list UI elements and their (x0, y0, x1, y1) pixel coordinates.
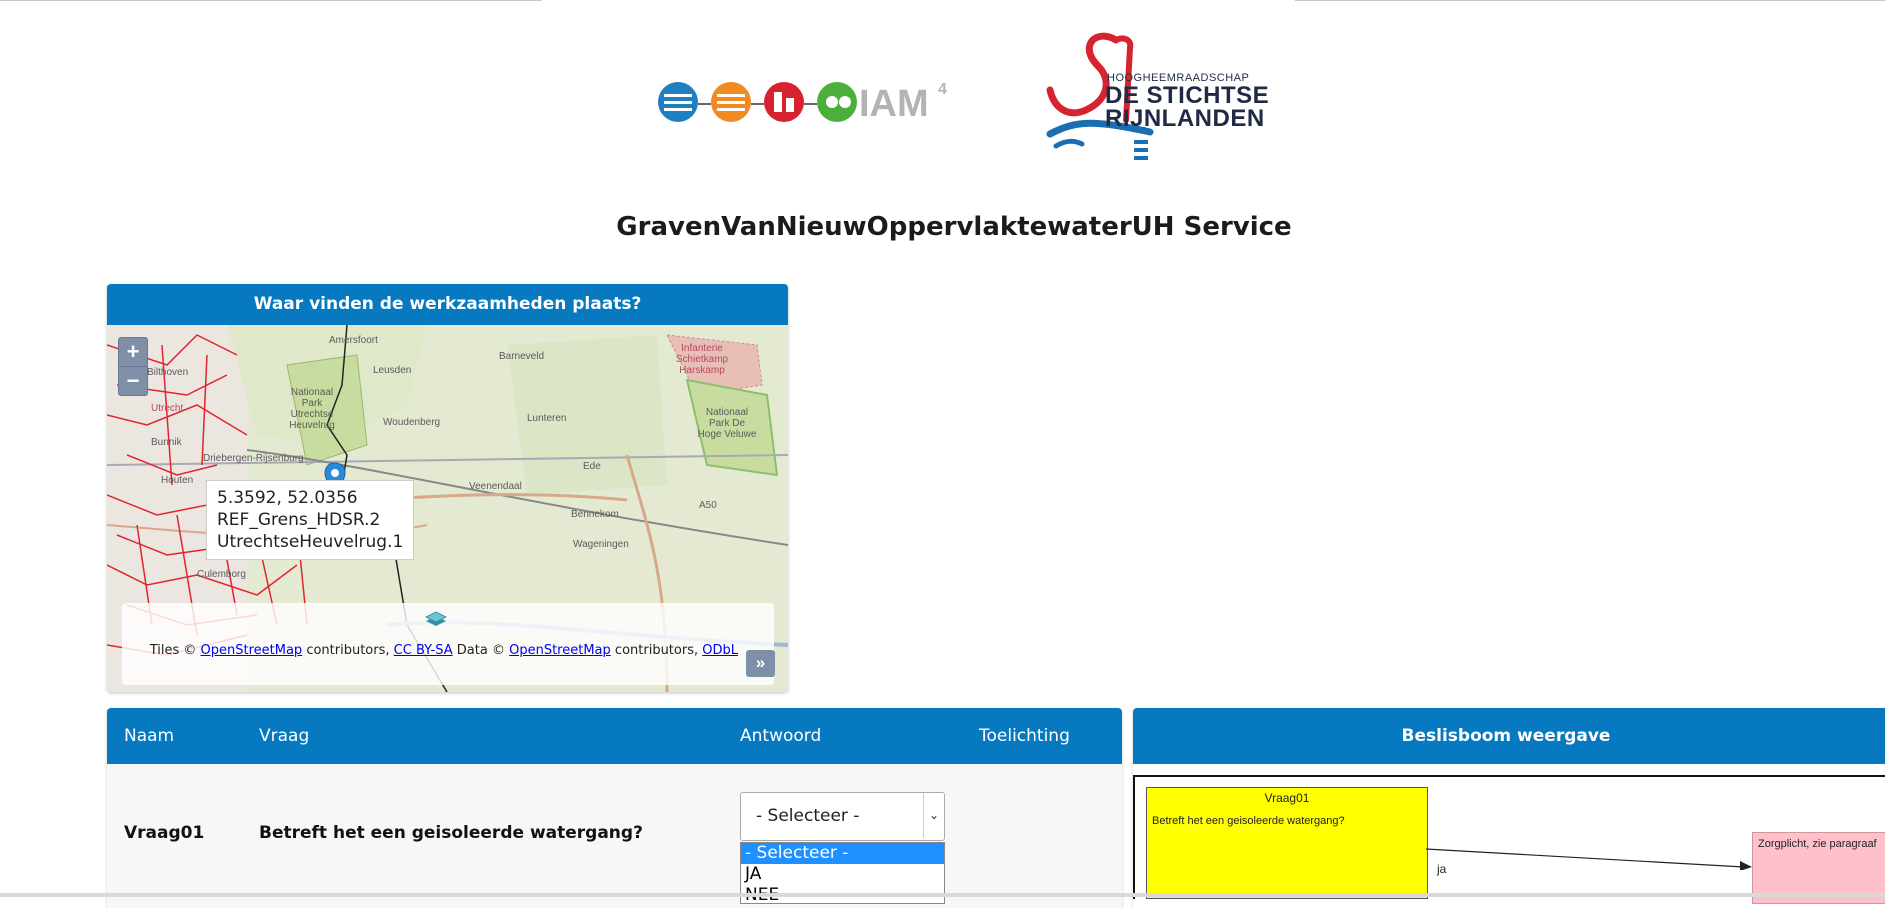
cc-by-sa-link[interactable]: CC BY-SA (394, 643, 453, 658)
iam-logo-superscript: 4 (938, 81, 947, 98)
map-label-houten: Houten (161, 475, 194, 486)
attribution-data-prefix: Data © (456, 643, 505, 658)
map-label-culemborg: Culemborg (197, 569, 246, 580)
top-rule-right (1295, 0, 1885, 1)
map-label-leusden: Leusden (373, 365, 412, 376)
tree-node-vraag01[interactable]: Vraag01 Betreft het een geisoleerde wate… (1146, 787, 1428, 899)
column-header-vraag: Vraag (259, 726, 310, 746)
map-label-veenendaal: Veenendaal (469, 481, 522, 492)
map-label-woudenberg: Woudenberg (383, 417, 441, 428)
row-naam: Vraag01 (124, 823, 205, 843)
tree-node-title: Vraag01 (1264, 791, 1310, 805)
zoom-in-button[interactable]: + (118, 337, 148, 367)
dropdown-option-selecteer[interactable]: - Selecteer - (741, 843, 944, 864)
column-header-antwoord: Antwoord (740, 726, 822, 746)
map-label-amersfoort: Amersfoort (329, 335, 378, 346)
chevron-down-icon[interactable]: ⌄ (923, 793, 944, 838)
attribution-contributors-2: contributors, (614, 643, 699, 658)
map-label-heuvelrug: Nationaal Park Utrechtse Heuvelrug (289, 387, 335, 431)
top-rule-left (0, 0, 542, 1)
decision-tree-header: Beslisboom weergave (1133, 708, 1885, 764)
column-header-toelichting: Toelichting (979, 726, 1070, 746)
hdsr-logo-line2: RIJNLANDEN (1105, 105, 1265, 132)
tree-node-question: Betreft het een geisoleerde watergang? (1152, 815, 1345, 827)
map-label-bennekom: Bennekom (571, 509, 619, 520)
attribution-collapse-button[interactable]: » (746, 650, 775, 677)
osm-link-1[interactable]: OpenStreetMap (201, 643, 303, 658)
dropdown-option-ja[interactable]: JA (741, 864, 944, 885)
osm-link-2[interactable]: OpenStreetMap (509, 643, 611, 658)
map-label-wageningen: Wageningen (573, 539, 629, 550)
map-label-ede: Ede (583, 461, 601, 472)
map-label-utrecht: Utrecht (151, 403, 184, 414)
page-title: GravenVanNieuwOppervlaktewaterUH Service (616, 212, 1292, 242)
iam-logo-text: IAM (859, 83, 929, 125)
map-label-a50: A50 (699, 500, 717, 511)
zoom-out-button[interactable]: − (118, 366, 148, 396)
attribution-tiles-prefix: Tiles © (149, 643, 197, 658)
map-label-driebergen: Driebergen-Rijsenburg (203, 453, 304, 464)
column-header-naam: Naam (124, 726, 175, 746)
map-label-barneveld: Barneveld (499, 351, 545, 362)
window-bottom-edge (0, 893, 1885, 897)
popup-line-3: UtrechtseHeuvelrug.1 (217, 532, 404, 552)
map-label-hoge-veluwe: Nationaal Park De Hoge Veluwe (697, 407, 757, 440)
map-label-schietkamp: Infanterie Schietkamp Harskamp (675, 343, 729, 376)
odbl-link[interactable]: ODbL (702, 643, 738, 658)
layers-icon[interactable] (425, 610, 447, 628)
questions-table: Naam Vraag Antwoord Toelichting (107, 708, 1122, 908)
map-label-lunteren: Lunteren (527, 413, 567, 424)
map-attribution: Tiles © OpenStreetMap contributors, CC B… (130, 642, 738, 659)
questions-table-header: Naam Vraag Antwoord Toelichting (107, 708, 1122, 764)
map-label-bilthoven: Bilthoven (147, 367, 189, 378)
tree-edge-arrow (1426, 848, 1752, 870)
answer-select-value: - Selecteer - (756, 806, 860, 826)
map-label-bunnik: Bunnik (151, 437, 182, 448)
popup-coordinates: 5.3592, 52.0356 (217, 488, 358, 508)
attribution-contributors-1: contributors, (306, 643, 390, 658)
map-popup: 5.3592, 52.0356 REF_Grens_HDSR.2 Utrecht… (206, 480, 415, 560)
iam4-logo: IAM 4 (658, 81, 947, 125)
map-panel-header: Waar vinden de werkzaamheden plaats? (107, 284, 788, 325)
tree-edge-label: ja (1437, 862, 1447, 876)
row-vraag: Betreft het een geisoleerde watergang? (259, 823, 643, 843)
tree-node-result-text: Zorgplicht, zie paragraaf (1758, 838, 1877, 850)
answer-select[interactable]: - Selecteer - ⌄ (740, 792, 945, 841)
popup-line-2: REF_Grens_HDSR.2 (217, 510, 381, 530)
